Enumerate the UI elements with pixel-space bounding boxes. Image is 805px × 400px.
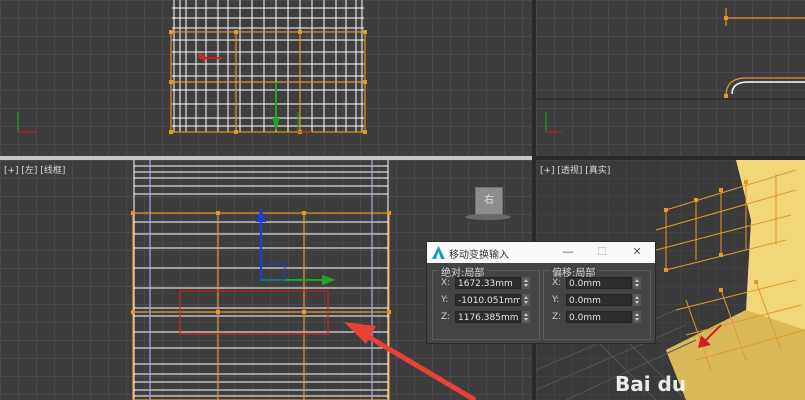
off-x-spinner[interactable] — [633, 277, 641, 289]
abs-y-field[interactable]: -1010.051mm — [455, 294, 521, 306]
maximize-button[interactable]: ☐ — [593, 244, 611, 260]
top-right-mesh — [536, 8, 805, 133]
watermark: Bai du — [615, 372, 687, 396]
abs-z-field[interactable]: 1176.385mm — [455, 311, 521, 323]
off-y-field[interactable]: 0.0mm — [566, 294, 632, 306]
off-x-label: X: — [552, 278, 562, 288]
off-y-label: Y: — [552, 295, 560, 305]
abs-z-spinner[interactable] — [522, 311, 530, 323]
off-z-spinner[interactable] — [633, 311, 641, 323]
svg-text:x: x — [198, 50, 203, 59]
top-left-mesh: x — [17, 0, 367, 134]
close-button[interactable]: ✕ — [628, 244, 646, 260]
minimize-button[interactable]: — — [559, 244, 577, 260]
offset-group: 偏移:局部 X: 0.0mm Y: 0.0mm Z: 0.0mm — [543, 264, 651, 340]
absolute-group: 绝对:局部 X: 1672.33mm Y: -1010.051mm Z: 117… — [432, 264, 540, 340]
abs-x-spinner[interactable] — [522, 277, 530, 289]
abs-y-spinner[interactable] — [522, 294, 530, 306]
off-z-field[interactable]: 0.0mm — [566, 311, 632, 323]
dialog-titlebar[interactable]: 移动变换输入 — ☐ ✕ — [427, 242, 655, 263]
abs-x-label: X: — [441, 278, 451, 288]
move-transform-dialog[interactable]: 移动变换输入 — ☐ ✕ 绝对:局部 X: 1672.33mm Y: -1010… — [426, 241, 656, 344]
viewcube[interactable]: 右 — [475, 187, 503, 215]
abs-z-label: Z: — [441, 312, 451, 322]
off-x-field[interactable]: 0.0mm — [566, 277, 632, 289]
abs-x-field[interactable]: 1672.33mm — [455, 277, 521, 289]
abs-y-label: Y: — [441, 295, 449, 305]
off-y-spinner[interactable] — [633, 294, 641, 306]
dialog-title: 移动变换输入 — [449, 250, 509, 261]
app-logo-icon — [432, 246, 445, 259]
viewport-top-left[interactable]: x — [0, 0, 532, 156]
viewcube-face-label: 右 — [484, 195, 494, 206]
viewport-top-right[interactable] — [536, 0, 805, 156]
off-z-label: Z: — [552, 312, 562, 322]
